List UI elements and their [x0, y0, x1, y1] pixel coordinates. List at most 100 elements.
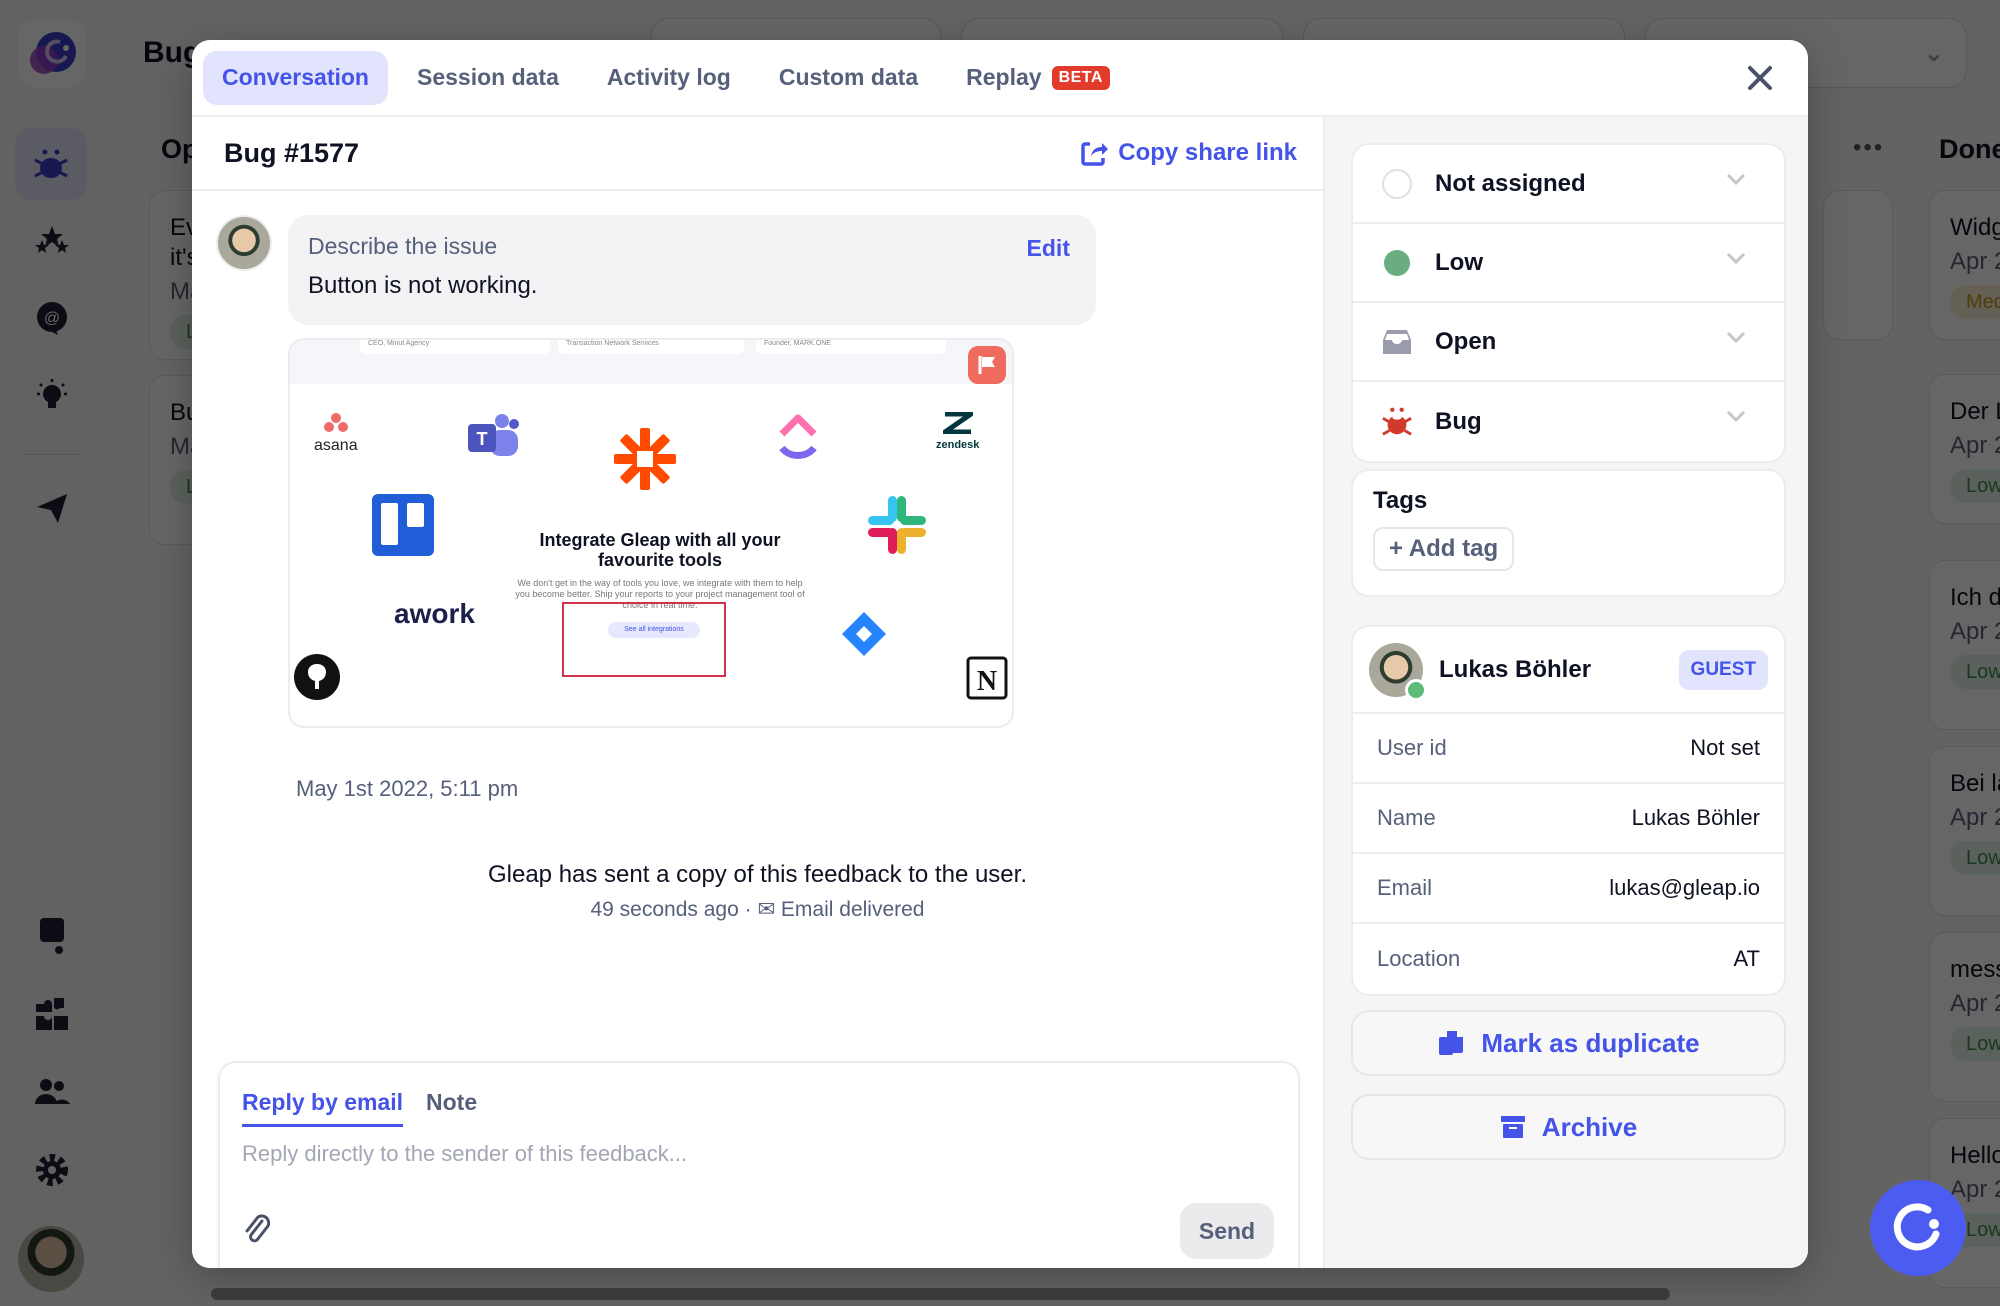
notion-logo: N [966, 656, 1008, 705]
system-message-meta: 49 seconds ago · ✉ Email delivered [192, 897, 1323, 922]
bug-icon [1381, 406, 1413, 438]
assignee-value: Not assigned [1435, 169, 1586, 197]
inbox-icon [1381, 326, 1413, 358]
type-value: Bug [1435, 407, 1482, 435]
mark-as-duplicate-label: Mark as duplicate [1481, 1027, 1700, 1058]
testimonial-chip: CEO, Minut Agency [360, 340, 550, 354]
screenshot-attachment[interactable]: CEO, Minut Agency Transaction Network Se… [288, 338, 1014, 728]
tab-label: Custom data [778, 64, 919, 90]
status-select[interactable]: Open [1353, 303, 1784, 382]
user-card: Lukas Böhler GUEST User id Not set Name Lu… [1351, 625, 1786, 996]
info-row-email: Email lukas@gleap.io [1353, 854, 1784, 924]
system-message: Gleap has sent a copy of this feedback t… [487, 861, 1027, 888]
user-header: Lukas Böhler GUEST [1353, 627, 1784, 714]
priority-value: Low [1435, 248, 1483, 276]
awork-logo: awork [394, 598, 475, 629]
form-answer: Button is not working. [308, 272, 538, 299]
gleap-logo-icon [1893, 1203, 1940, 1251]
conversation-header: Bug #1577 Copy share link [192, 117, 1323, 191]
bug-title: Bug #1577 [224, 137, 360, 168]
tab-custom-data[interactable]: Custom data [760, 51, 937, 105]
message-bubble: Describe the issue Button is not working… [288, 215, 1096, 325]
chevron-down-icon [1726, 173, 1746, 185]
duplicate-icon [1439, 1031, 1464, 1055]
form-question: Describe the issue [308, 233, 498, 259]
tab-conversation[interactable]: Conversation [203, 50, 388, 105]
info-row-location: Location AT [1377, 946, 1760, 971]
zapier-logo [612, 426, 678, 497]
flag-icon [978, 356, 995, 374]
tab-label: Session data [416, 64, 559, 90]
info-row-user-id: User id Not set [1353, 714, 1784, 784]
tab-activity-log[interactable]: Activity log [588, 51, 750, 105]
edit-button[interactable]: Edit [1027, 235, 1070, 262]
separator: · [744, 898, 752, 921]
beta-badge: BETA [1051, 65, 1110, 90]
svg-text:T: T [477, 429, 488, 449]
email-status: Email delivered [780, 898, 925, 921]
message-timestamp: May 1st 2022, 5:11 pm [296, 776, 519, 801]
archive-icon [1500, 1116, 1525, 1138]
close-icon [1748, 66, 1772, 90]
testimonial-chip: Transaction Network Services [558, 340, 744, 354]
report-flag-button[interactable] [968, 346, 1006, 384]
tab-label: Conversation [222, 64, 369, 90]
ms-teams-logo: T [466, 412, 522, 467]
system-time: 49 seconds ago [590, 898, 739, 921]
properties-card: Not assigned Low Open Bug [1351, 143, 1786, 463]
screenshot-headline: Integrate Gleap with all your favourite … [539, 530, 781, 570]
tags-card: Tags + Add tag [1351, 469, 1786, 597]
chevron-down-icon [1726, 331, 1746, 343]
sender-avatar [216, 215, 272, 271]
gleap-widget-button[interactable] [1870, 1180, 1966, 1276]
clickup-logo [776, 412, 820, 469]
close-button[interactable] [1740, 58, 1780, 98]
priority-select[interactable]: Low [1353, 224, 1784, 303]
archive-label: Archive [1541, 1111, 1638, 1142]
modal-tabs: Conversation Session data Activity log C… [192, 40, 1808, 117]
tab-label: Replay [966, 64, 1042, 90]
tab-label: Activity log [606, 64, 731, 90]
copy-share-link-label: Copy share link [1118, 139, 1297, 166]
slack-logo [866, 494, 928, 561]
tab-replay[interactable]: Replay BETA [947, 51, 1129, 105]
reply-input[interactable] [242, 1141, 1272, 1201]
guest-badge: GUEST [1678, 649, 1768, 690]
user-avatar [1369, 642, 1427, 701]
chevron-down-icon [1726, 410, 1746, 422]
copy-share-link[interactable]: Copy share link [1080, 139, 1297, 167]
add-tag-button[interactable]: + Add tag [1373, 527, 1515, 571]
github-logo [292, 652, 342, 707]
info-row-name: Name Lukas Böhler [1353, 784, 1784, 854]
details-pane: Not assigned Low Open Bug Tags + Add tag [1323, 117, 1808, 1268]
tags-title: Tags [1373, 487, 1428, 514]
type-select[interactable]: Bug [1353, 382, 1784, 461]
priority-dot-icon [1381, 247, 1413, 279]
screenshot-header-strip: CEO, Minut Agency Transaction Network Se… [290, 340, 1012, 384]
highlight-annotation [562, 602, 726, 677]
feedback-detail-modal: Conversation Session data Activity log C… [192, 40, 1808, 1268]
trello-logo [372, 494, 434, 561]
asana-logo: asana [314, 412, 358, 455]
jira-logo [840, 610, 888, 663]
archive-button[interactable]: Archive [1351, 1094, 1786, 1160]
envelope-icon: ✉ [757, 898, 776, 921]
svg-text:N: N [977, 666, 997, 697]
tab-note[interactable]: Note [426, 1089, 477, 1124]
assignee-select[interactable]: Not assigned [1353, 145, 1784, 224]
reply-composer: Reply by email Note Send [218, 1061, 1300, 1268]
status-value: Open [1435, 327, 1497, 355]
user-name: Lukas Böhler [1439, 655, 1592, 683]
share-icon [1081, 142, 1109, 166]
attach-file-button[interactable] [242, 1213, 271, 1250]
mark-as-duplicate-button[interactable]: Mark as duplicate [1351, 1010, 1786, 1076]
conversation-pane: Bug #1577 Copy share link Describe the i… [192, 117, 1323, 1268]
zendesk-logo: zendesk [936, 411, 979, 451]
tab-reply-by-email[interactable]: Reply by email [242, 1089, 404, 1127]
empty-avatar-icon [1381, 168, 1413, 200]
send-button[interactable]: Send [1180, 1203, 1274, 1259]
tab-session-data[interactable]: Session data [398, 51, 578, 105]
testimonial-chip: Founder, MARK.ONE [756, 340, 946, 354]
paperclip-icon [245, 1214, 271, 1243]
chevron-down-icon [1726, 252, 1746, 264]
